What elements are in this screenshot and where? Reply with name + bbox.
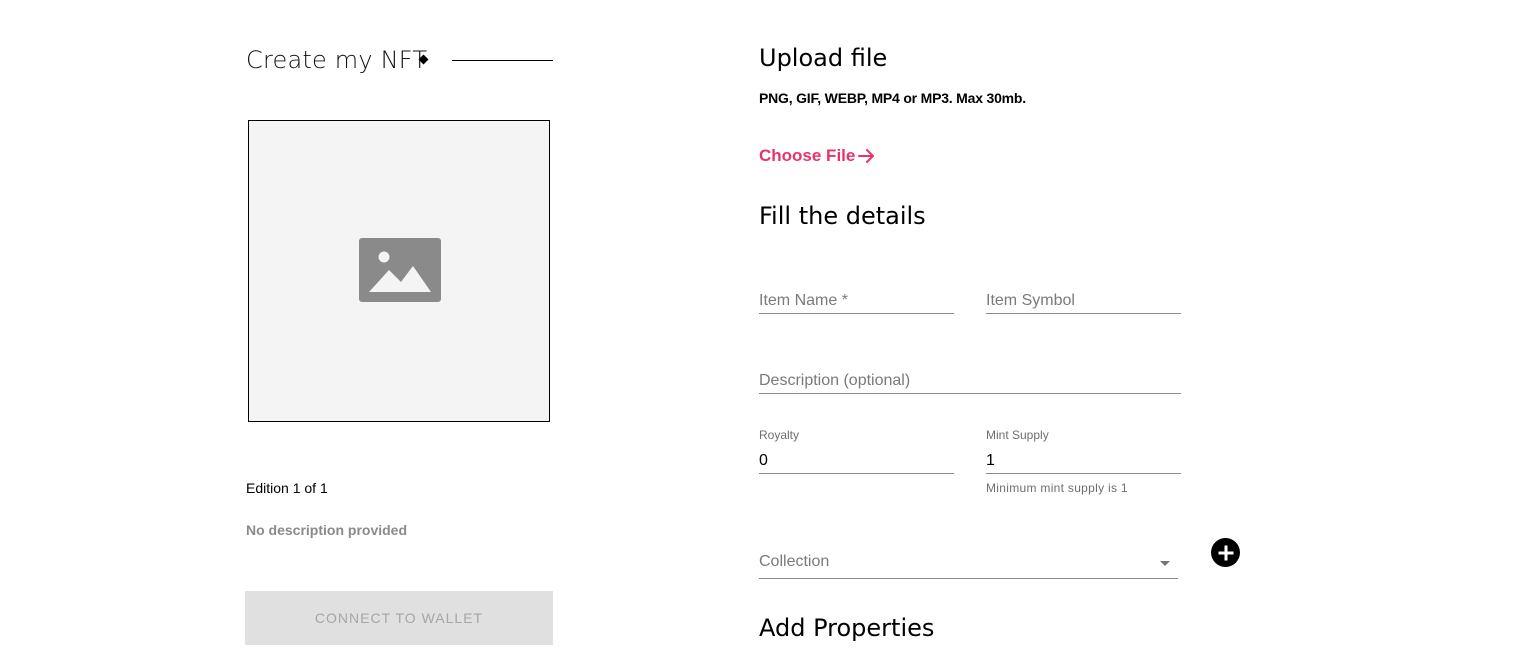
- description-input[interactable]: [759, 369, 1181, 393]
- upload-file-heading: Upload file: [759, 44, 888, 72]
- item-symbol-input[interactable]: [986, 289, 1181, 313]
- create-nft-page: Create my NFT Edition 1 of 1 No descript…: [0, 0, 1525, 659]
- royalty-field: [759, 449, 954, 474]
- arrow-right-icon: [858, 149, 875, 163]
- title-divider: [452, 60, 553, 61]
- item-symbol-field: [986, 289, 1181, 314]
- collection-placeholder: Collection: [759, 553, 830, 570]
- item-name-field: [759, 289, 954, 314]
- item-name-input[interactable]: [759, 289, 954, 313]
- choose-file-link[interactable]: Choose File: [759, 146, 876, 166]
- plus-circle-icon[interactable]: [1211, 538, 1240, 567]
- mint-supply-field: [986, 449, 1181, 474]
- description-field: [759, 369, 1181, 394]
- collection-select[interactable]: Collection: [759, 550, 1178, 579]
- dropdown-arrow-icon: [1160, 561, 1170, 566]
- edition-text: Edition 1 of 1: [246, 480, 328, 496]
- choose-file-label: Choose File: [759, 146, 856, 165]
- fill-details-heading: Fill the details: [759, 202, 926, 230]
- mint-supply-helper: Minimum mint supply is 1: [986, 481, 1128, 495]
- image-placeholder-icon: [359, 238, 441, 302]
- connect-wallet-button[interactable]: CONNECT TO WALLET: [245, 591, 553, 645]
- preview-title: Create my NFT: [246, 46, 428, 74]
- add-properties-heading: Add Properties: [759, 614, 935, 642]
- upload-file-hint: PNG, GIF, WEBP, MP4 or MP3. Max 30mb.: [759, 90, 1026, 106]
- mint-supply-input[interactable]: [986, 449, 1181, 473]
- nft-preview-box: [248, 120, 550, 422]
- mint-supply-label: Mint Supply: [986, 428, 1049, 442]
- preview-description: No description provided: [246, 522, 408, 538]
- royalty-label: Royalty: [759, 428, 800, 442]
- royalty-input[interactable]: [759, 449, 954, 473]
